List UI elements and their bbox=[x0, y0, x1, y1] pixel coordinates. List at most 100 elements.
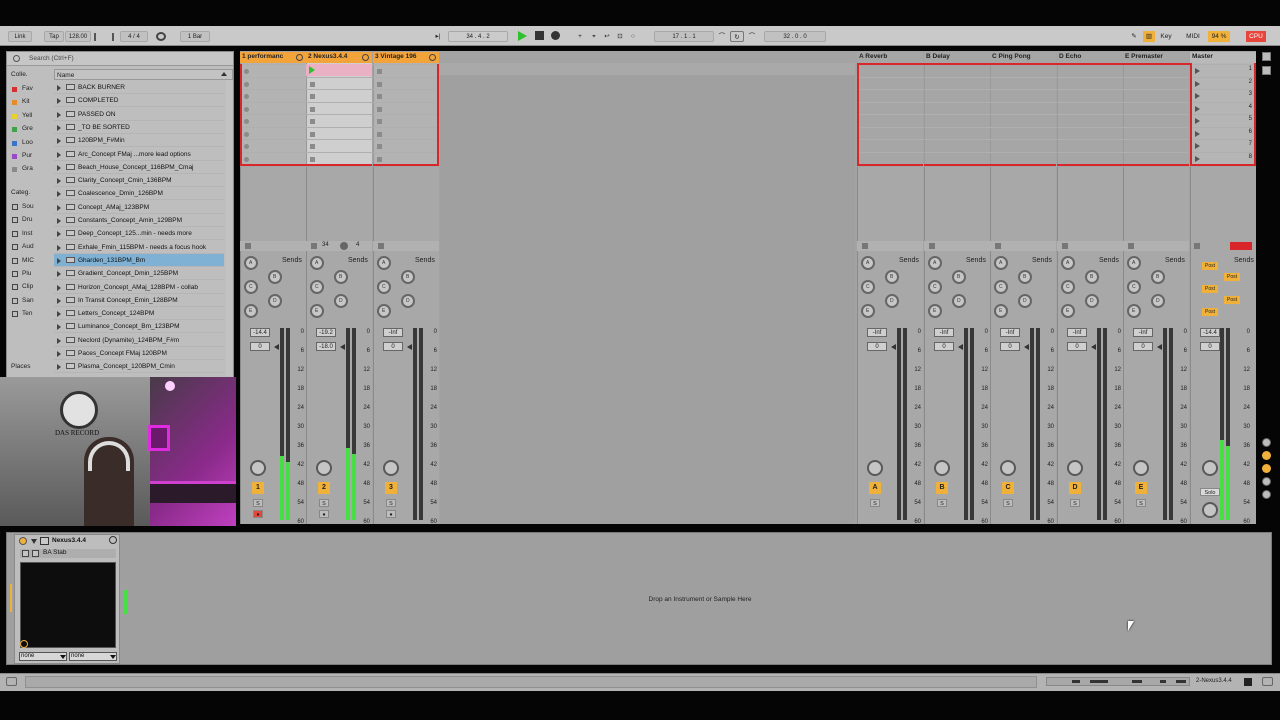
expand-arrow-icon[interactable] bbox=[57, 98, 61, 105]
collection-item[interactable]: Yell bbox=[22, 110, 32, 122]
browser-list-item[interactable]: 120BPM_F#Min bbox=[54, 134, 224, 148]
send-knob-e[interactable]: E bbox=[928, 304, 942, 318]
clip-stop-icon[interactable] bbox=[310, 119, 315, 124]
volume-display[interactable]: -Inf bbox=[1000, 328, 1020, 337]
view-switch-icon[interactable] bbox=[1262, 52, 1271, 61]
device-settings-icon[interactable] bbox=[109, 536, 117, 544]
metronome-icon[interactable] bbox=[156, 32, 166, 41]
sends-toggle-icon[interactable] bbox=[1262, 451, 1271, 460]
send-knob-c[interactable]: C bbox=[1127, 280, 1141, 294]
arm-button[interactable]: ● bbox=[319, 510, 329, 518]
solo-button[interactable]: S bbox=[1070, 499, 1080, 507]
clip-slot[interactable] bbox=[1123, 76, 1189, 89]
browser-list-item[interactable]: Luminance_Concept_Bm_123BPM bbox=[54, 320, 224, 334]
expand-arrow-icon[interactable] bbox=[57, 244, 61, 251]
send-knob-a[interactable]: A bbox=[1127, 256, 1141, 270]
browser-list-item[interactable]: COMPLETED bbox=[54, 94, 224, 108]
browser-list-item[interactable]: Paces_Concept FMaj 120BPM bbox=[54, 347, 224, 360]
pan-knob[interactable] bbox=[934, 460, 950, 476]
clip-slot[interactable] bbox=[857, 151, 923, 164]
send-knob-c[interactable]: C bbox=[928, 280, 942, 294]
category-item[interactable]: San bbox=[22, 295, 34, 307]
post-toggle-button[interactable]: Post bbox=[1202, 308, 1218, 316]
clip-play-icon[interactable] bbox=[309, 66, 315, 74]
category-item[interactable]: Ten bbox=[22, 308, 32, 320]
send-knob-e[interactable]: E bbox=[244, 304, 258, 318]
send-knob-d[interactable]: D bbox=[1018, 294, 1032, 308]
track-stop-icon[interactable] bbox=[378, 243, 384, 249]
category-item[interactable]: Dru bbox=[22, 214, 32, 226]
send-knob-e[interactable]: E bbox=[310, 304, 324, 318]
arm-button[interactable]: ● bbox=[253, 510, 263, 518]
expand-arrow-icon[interactable] bbox=[57, 85, 61, 91]
device-power-icon[interactable] bbox=[20, 640, 28, 648]
send-knob-a[interactable]: A bbox=[928, 256, 942, 270]
category-item[interactable]: MIC bbox=[22, 255, 34, 267]
browser-list-item[interactable]: In Transit Concept_Emin_128BPM bbox=[54, 294, 224, 307]
tempo-field[interactable]: 128.00 bbox=[65, 31, 91, 42]
clip-slot[interactable] bbox=[306, 114, 372, 126]
scene-launch-icon[interactable] bbox=[1195, 93, 1200, 99]
solo-button[interactable]: S bbox=[1003, 499, 1013, 507]
post-toggle-button[interactable]: Post bbox=[1224, 296, 1240, 304]
pan-display[interactable]: 0 bbox=[250, 342, 270, 351]
scene-slot[interactable]: 4 bbox=[1190, 101, 1256, 114]
loop-length-field[interactable]: 32 . 0 . 0 bbox=[764, 31, 826, 42]
clip-slot[interactable] bbox=[924, 76, 990, 89]
return-header-e[interactable]: E Premaster bbox=[1123, 52, 1177, 62]
browser-list-item[interactable]: Horizon_Concept_AMaj_128BPM - collab bbox=[54, 281, 224, 294]
fader-handle-icon[interactable] bbox=[1157, 344, 1162, 350]
expand-arrow-icon[interactable] bbox=[57, 297, 61, 304]
clip-slot[interactable] bbox=[1123, 114, 1189, 126]
clip-slot[interactable] bbox=[240, 139, 306, 151]
collection-item[interactable]: Loo bbox=[22, 137, 33, 149]
return-activator-d[interactable]: D bbox=[1069, 482, 1081, 494]
collection-item[interactable]: Gra bbox=[22, 163, 33, 175]
re-enable-automation-icon[interactable]: ↩ bbox=[601, 31, 613, 42]
clip-slot[interactable] bbox=[990, 151, 1056, 164]
master-header[interactable]: Master bbox=[1190, 52, 1256, 62]
track-delay-toggle-icon[interactable] bbox=[1262, 490, 1271, 499]
clip-slot[interactable] bbox=[373, 101, 439, 114]
send-knob-c[interactable]: C bbox=[377, 280, 391, 294]
track-activator-3[interactable]: 3 bbox=[385, 482, 397, 494]
clip-slot[interactable] bbox=[373, 139, 439, 151]
track-stop-icon[interactable] bbox=[995, 243, 1001, 249]
overview-nav-icon[interactable] bbox=[1046, 677, 1190, 686]
clip-record-icon[interactable] bbox=[244, 94, 249, 99]
clip-slot[interactable] bbox=[990, 114, 1056, 126]
time-signature-field[interactable]: 4 / 4 bbox=[120, 31, 148, 42]
clip-slot[interactable] bbox=[857, 126, 923, 139]
clip-stop-icon[interactable] bbox=[310, 144, 315, 149]
send-knob-b[interactable]: B bbox=[952, 270, 966, 284]
info-view-toggle-icon[interactable] bbox=[6, 677, 17, 686]
expand-arrow-icon[interactable] bbox=[57, 231, 61, 238]
session-record-icon[interactable]: ○ bbox=[627, 31, 639, 42]
solo-button[interactable]: S bbox=[937, 499, 947, 507]
clip-record-icon[interactable] bbox=[244, 69, 249, 74]
fader-handle-icon[interactable] bbox=[1024, 344, 1029, 350]
clip-slot[interactable] bbox=[857, 101, 923, 114]
clip-record-icon[interactable] bbox=[244, 119, 249, 124]
loop-switch-icon[interactable]: ↻ bbox=[730, 31, 744, 42]
clip-slot[interactable] bbox=[1057, 89, 1123, 101]
send-knob-c[interactable]: C bbox=[244, 280, 258, 294]
clip-slot[interactable] bbox=[373, 126, 439, 139]
collection-item[interactable]: Fav bbox=[22, 83, 33, 95]
clip-slot[interactable] bbox=[306, 101, 372, 114]
expand-arrow-icon[interactable] bbox=[57, 178, 61, 185]
scene-slot[interactable]: 1 bbox=[1190, 64, 1256, 76]
pan-display[interactable]: -18.0 bbox=[316, 342, 336, 351]
expand-arrow-icon[interactable] bbox=[57, 284, 61, 291]
clip-stop-icon[interactable] bbox=[310, 106, 315, 112]
track-menu-icon[interactable] bbox=[296, 54, 303, 61]
scene-launch-icon[interactable] bbox=[1195, 80, 1200, 87]
clip-slot[interactable] bbox=[990, 64, 1056, 76]
clip-slot[interactable] bbox=[924, 114, 990, 126]
expand-arrow-icon[interactable] bbox=[57, 337, 61, 344]
quantization-menu[interactable]: 1 Bar bbox=[180, 31, 210, 42]
clip-slot[interactable] bbox=[373, 64, 439, 76]
send-knob-a[interactable]: A bbox=[994, 256, 1008, 270]
clip-slot[interactable] bbox=[1057, 101, 1123, 114]
send-knob-b[interactable]: B bbox=[1151, 270, 1165, 284]
